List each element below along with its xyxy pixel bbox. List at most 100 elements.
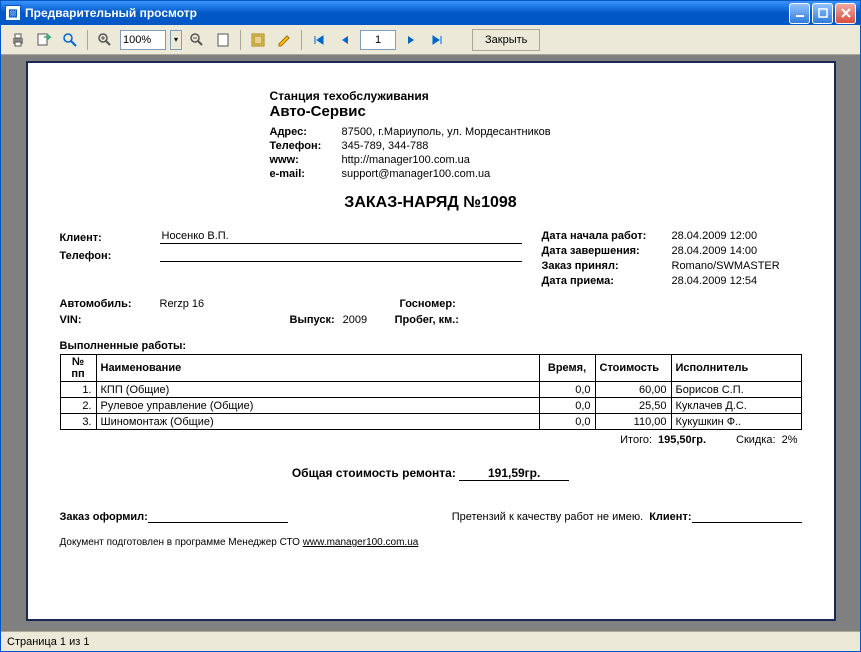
cell-exec: Кукушкин Ф.. [671,414,801,430]
grand-value: 191,59гр. [459,466,569,481]
margins-icon [250,32,266,48]
received-value: 28.04.2009 12:54 [672,275,758,287]
next-page-button[interactable] [400,29,422,51]
first-page-button[interactable] [308,29,330,51]
year-label: Выпуск: [290,314,335,326]
discount-label: Скидка: [736,434,776,446]
car-label: Автомобиль: [60,298,160,310]
find-button[interactable] [59,29,81,51]
end-date-value: 28.04.2009 14:00 [672,245,758,257]
email-value: support@manager100.com.ua [342,168,491,180]
zoom-out-icon [189,32,205,48]
cell-cost: 25,50 [595,398,671,414]
client-sign-label: Клиент: [649,511,691,523]
close-icon [841,8,851,18]
margins-button[interactable] [247,29,269,51]
fit-page-button[interactable] [212,29,234,51]
footer-note: Документ подготовлен в программе Менедже… [60,537,802,548]
address-label: Адрес: [270,126,342,138]
zoom-dropdown[interactable]: ▾ [170,30,182,50]
zoom-value[interactable]: 100% [120,30,166,50]
phone-value: 345-789, 344-788 [342,140,429,152]
cell-num: 1. [60,382,96,398]
preview-window: ▨ Предварительный просмотр 100% [0,0,861,652]
end-date-label: Дата завершения: [542,245,672,257]
edit-icon [276,32,292,48]
zoom-in-icon [97,32,113,48]
edit-button[interactable] [273,29,295,51]
table-row: 2.Рулевое управление (Общие)0,025,50Кукл… [60,398,801,414]
cell-name: Шиномонтаж (Общие) [96,414,539,430]
cell-exec: Борисов С.П. [671,382,801,398]
th-exec: Исполнитель [671,355,801,382]
print-button[interactable] [7,29,29,51]
status-text: Страница 1 из 1 [7,636,89,648]
maximize-icon [818,8,828,18]
export-button[interactable] [33,29,55,51]
th-num: № пп [60,355,96,382]
vin-label: VIN: [60,314,160,326]
print-icon [10,32,26,48]
minimize-icon [795,8,805,18]
zoom-in-button[interactable] [94,29,116,51]
cell-cost: 110,00 [595,414,671,430]
itogo-label: Итого: [620,434,652,446]
year-value: 2009 [335,314,395,326]
grand-label: Общая стоимость ремонта: [292,466,456,480]
toolbar-separator [240,30,241,50]
client-phone-value [160,248,522,262]
works-title: Выполненные работы: [60,340,802,352]
www-value: http://manager100.com.ua [342,154,470,166]
app-icon: ▨ [5,5,21,21]
signed-label: Заказ оформил: [60,511,148,523]
itogo-value: 195,50гр. [658,434,706,446]
footer-link[interactable]: www.manager100.com.ua [303,537,419,548]
first-page-icon [312,33,326,47]
minimize-button[interactable] [789,3,810,24]
export-icon [36,32,52,48]
maximize-button[interactable] [812,3,833,24]
cell-exec: Куклачев Д.С. [671,398,801,414]
cell-num: 3. [60,414,96,430]
cell-time: 0,0 [539,398,595,414]
cell-time: 0,0 [539,414,595,430]
station-subtitle: Станция техобслуживания [270,89,802,103]
fit-page-icon [215,32,231,48]
phone-label: Телефон: [270,140,342,152]
titlebar: ▨ Предварительный просмотр [1,1,860,25]
th-name: Наименование [96,355,539,382]
close-preview-button[interactable]: Закрыть [472,29,540,51]
start-date-label: Дата начала работ: [542,230,672,242]
prev-page-icon [338,33,352,47]
table-row: 3.Шиномонтаж (Общие)0,0110,00Кукушкин Ф.… [60,414,801,430]
th-cost: Стоимость [595,355,671,382]
zoom-out-button[interactable] [186,29,208,51]
th-time: Время, [539,355,595,382]
station-name: Авто-Сервис [270,103,802,120]
document-scroll[interactable]: Станция техобслуживания Авто-Сервис Адре… [7,61,854,625]
client-value: Носенко В.П. [160,230,522,244]
page-input[interactable] [360,30,396,50]
next-page-icon [404,33,418,47]
last-page-button[interactable] [426,29,448,51]
car-value: Rerzp 16 [160,298,400,310]
mileage-label: Пробег, км.: [395,314,459,326]
cell-num: 2. [60,398,96,414]
client-phone-label: Телефон: [60,250,160,262]
last-page-icon [430,33,444,47]
gosnomer-label: Госномер: [400,298,456,310]
prev-page-button[interactable] [334,29,356,51]
statusbar: Страница 1 из 1 [1,631,860,651]
find-icon [62,32,78,48]
client-sign-line [692,522,802,523]
cell-name: Рулевое управление (Общие) [96,398,539,414]
toolbar: 100% ▾ Закрыть [1,25,860,55]
vin-value [160,314,290,326]
document-title: ЗАКАЗ-НАРЯД №1098 [60,194,802,212]
address-value: 87500, г.Мариуполь, ул. Мордесантников [342,126,551,138]
www-label: www: [270,154,342,166]
claim-text: Претензий к качеству работ не имею. [452,511,644,523]
toolbar-separator [87,30,88,50]
client-label: Клиент: [60,232,160,244]
close-window-button[interactable] [835,3,856,24]
